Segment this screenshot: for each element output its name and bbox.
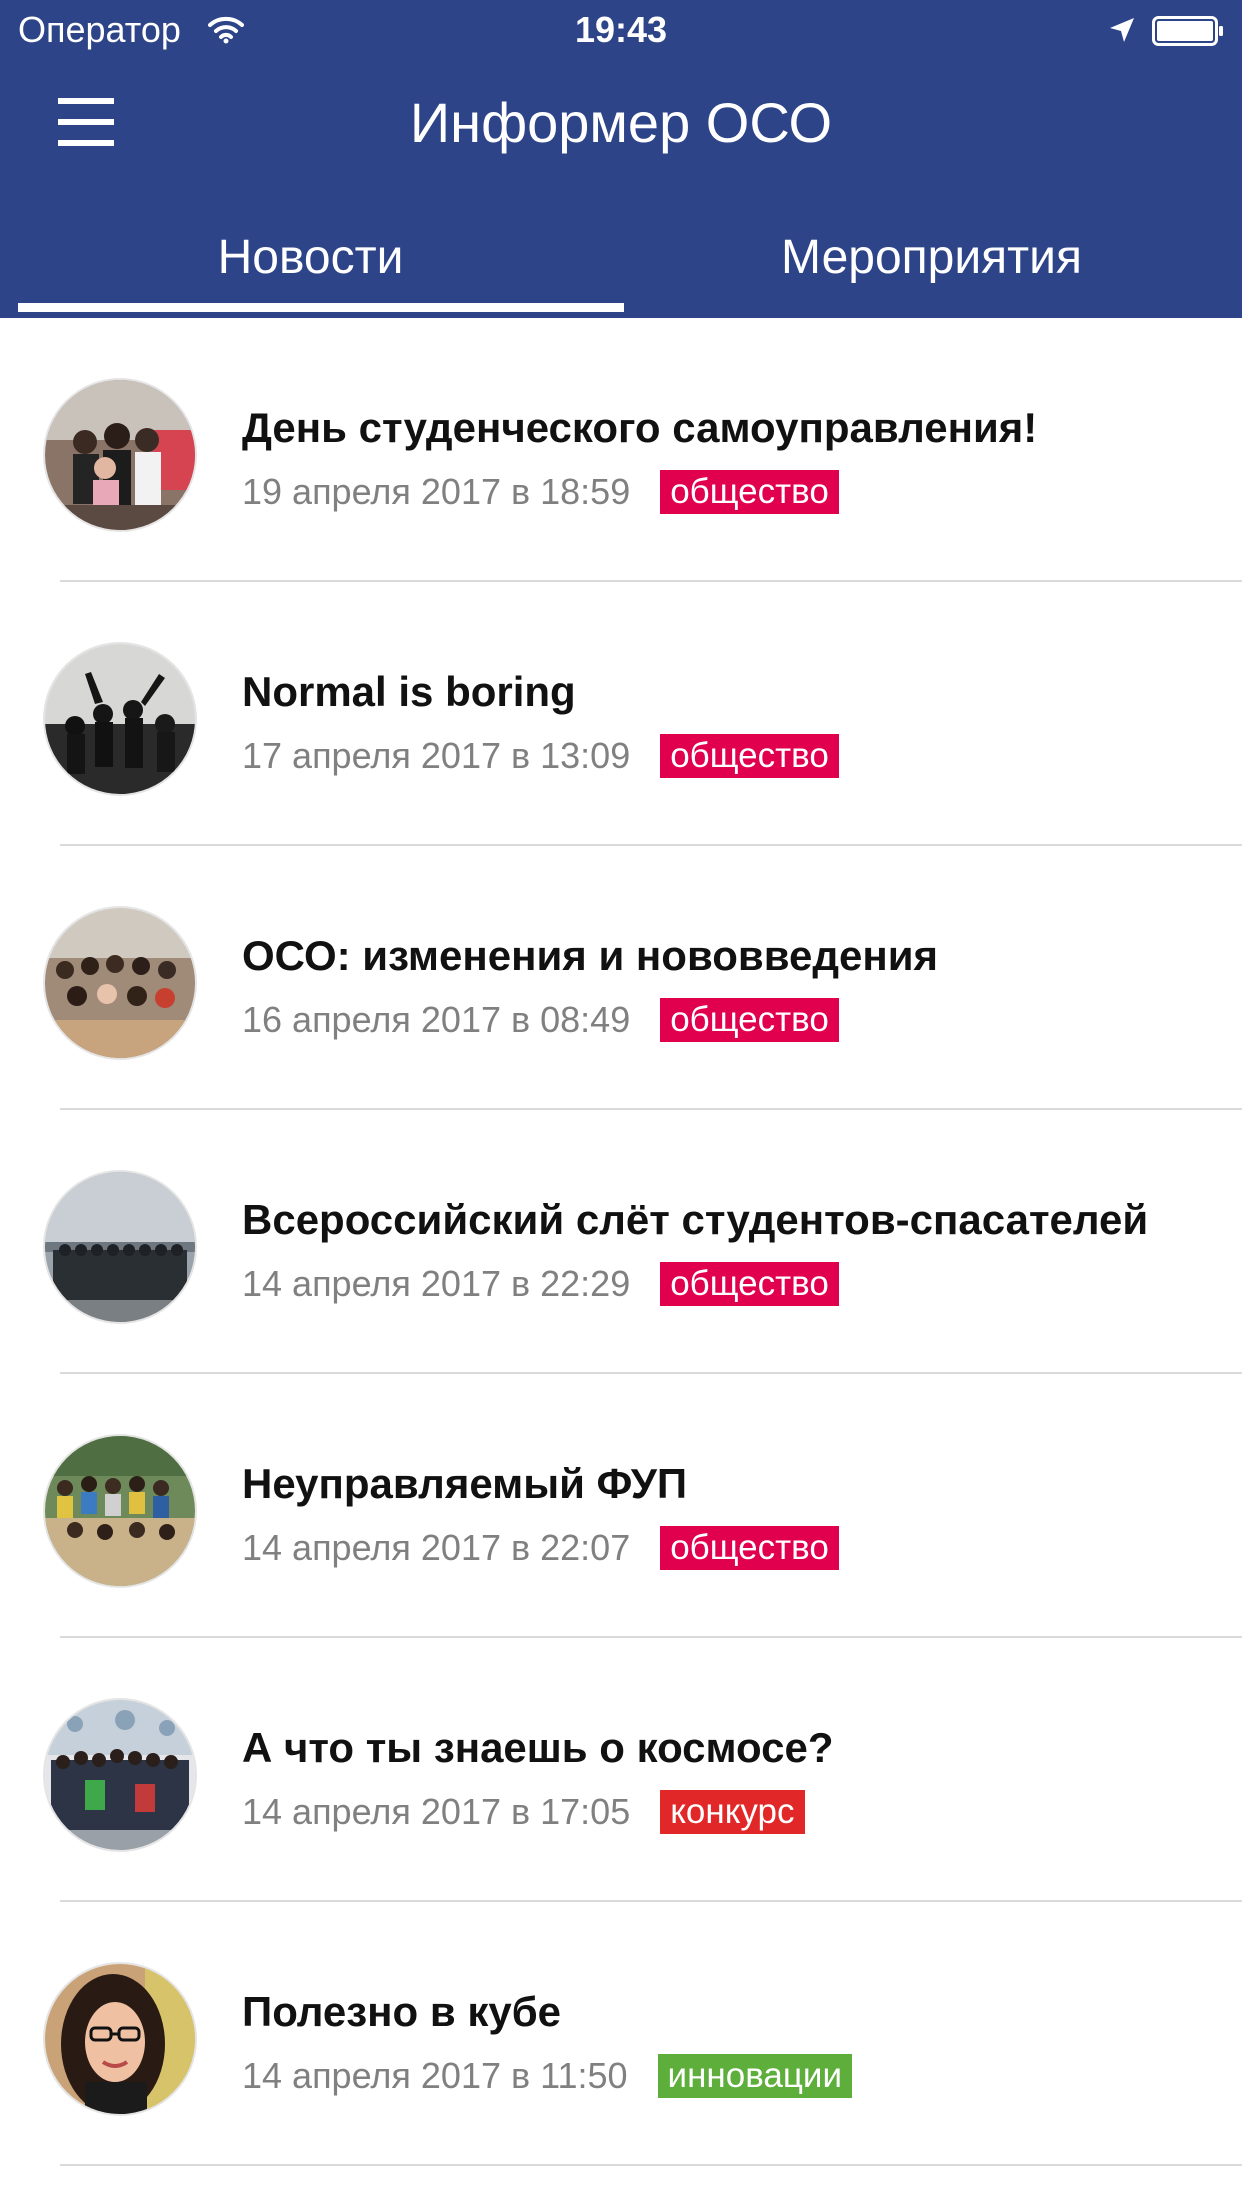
news-item[interactable]: Полезно в кубе 14 апреля 2017 в 11:50 инн… bbox=[0, 1902, 1242, 2166]
active-tab-indicator bbox=[18, 303, 624, 312]
location-arrow-icon bbox=[1110, 18, 1134, 42]
news-item[interactable]: Normal is boring 17 апреля 2017 в 13:09 о… bbox=[0, 582, 1242, 846]
rescuers-photo-image bbox=[45, 1172, 195, 1322]
news-thumbnail bbox=[45, 1700, 195, 1850]
tab-events[interactable]: Мероприятия bbox=[621, 220, 1242, 318]
news-item[interactable]: День студенческого самоуправления! 19 ап… bbox=[0, 318, 1242, 582]
news-thumbnail bbox=[45, 380, 195, 530]
news-title: Normal is boring bbox=[242, 668, 576, 715]
page-title: Информер ОСО bbox=[409, 91, 833, 154]
space-contest-photo-image bbox=[45, 1700, 195, 1850]
news-thumbnail bbox=[45, 1964, 195, 2114]
dance-photo-image bbox=[45, 644, 195, 794]
news-title: Всероссийский слёт студентов-спасателей bbox=[242, 1196, 1149, 1243]
clock: 19:43 bbox=[574, 9, 668, 50]
news-title: ОСО: изменения и нововведения bbox=[242, 932, 939, 979]
news-meta: 14 апреля 2017 в 11:50 инновации bbox=[242, 2054, 853, 2098]
portrait-photo-image bbox=[45, 1964, 195, 2114]
news-date: 19 апреля 2017 в 18:59 bbox=[242, 471, 631, 512]
news-tag-badge: общество bbox=[660, 470, 839, 514]
news-tag-badge: общество bbox=[660, 734, 839, 778]
battery-icon bbox=[1152, 16, 1223, 46]
news-meta: 17 апреля 2017 в 13:09 общество bbox=[242, 734, 839, 778]
news-meta: 14 апреля 2017 в 22:07 общество bbox=[242, 1526, 839, 1570]
news-date: 14 апреля 2017 в 22:29 bbox=[242, 1263, 631, 1304]
news-thumbnail bbox=[45, 1172, 195, 1322]
news-date: 14 апреля 2017 в 17:05 bbox=[242, 1791, 631, 1832]
news-title: День студенческого самоуправления! bbox=[242, 404, 1038, 451]
news-meta: 14 апреля 2017 в 17:05 конкурс bbox=[242, 1790, 805, 1834]
auditorium-photo-image bbox=[45, 908, 195, 1058]
news-tag-badge: конкурс bbox=[660, 1790, 805, 1834]
news-thumbnail bbox=[45, 644, 195, 794]
news-item[interactable]: Всероссийский слёт студентов-спасателей … bbox=[0, 1110, 1242, 1374]
news-item[interactable]: А что ты знаешь о космосе? 14 апреля 201… bbox=[0, 1638, 1242, 1902]
app-header: Оператор 19:43 Информер ОСО Новости Меро… bbox=[0, 0, 1242, 318]
news-thumbnail bbox=[45, 908, 195, 1058]
news-date: 16 апреля 2017 в 08:49 bbox=[242, 999, 631, 1040]
group-photo-image bbox=[45, 380, 195, 530]
news-meta: 16 апреля 2017 в 08:49 общество bbox=[242, 998, 839, 1042]
news-meta: 19 апреля 2017 в 18:59 общество bbox=[242, 470, 839, 514]
list-divider bbox=[60, 2164, 1242, 2166]
news-tag-badge: инновации bbox=[657, 2054, 853, 2098]
news-tag-badge: общество bbox=[660, 998, 839, 1042]
news-tag-badge: общество bbox=[660, 1262, 839, 1306]
news-date: 14 апреля 2017 в 11:50 bbox=[242, 2055, 628, 2096]
news-date: 17 апреля 2017 в 13:09 bbox=[242, 735, 631, 776]
news-list: День студенческого самоуправления! 19 ап… bbox=[0, 318, 1242, 2166]
news-title: Неуправляемый ФУП bbox=[242, 1460, 688, 1507]
news-meta: 14 апреля 2017 в 22:29 общество bbox=[242, 1262, 839, 1306]
news-item[interactable]: Неуправляемый ФУП 14 апреля 2017 в 22:07… bbox=[0, 1374, 1242, 1638]
news-item[interactable]: ОСО: изменения и нововведения 16 апреля … bbox=[0, 846, 1242, 1110]
status-bar: Оператор 19:43 bbox=[0, 0, 1242, 60]
news-thumbnail bbox=[45, 1436, 195, 1586]
news-title: Полезно в кубе bbox=[242, 1988, 562, 2035]
news-title: А что ты знаешь о космосе? bbox=[242, 1724, 834, 1771]
crowd-photo-image bbox=[45, 1436, 195, 1586]
news-tag-badge: общество bbox=[660, 1526, 839, 1570]
news-date: 14 апреля 2017 в 22:07 bbox=[242, 1527, 631, 1568]
